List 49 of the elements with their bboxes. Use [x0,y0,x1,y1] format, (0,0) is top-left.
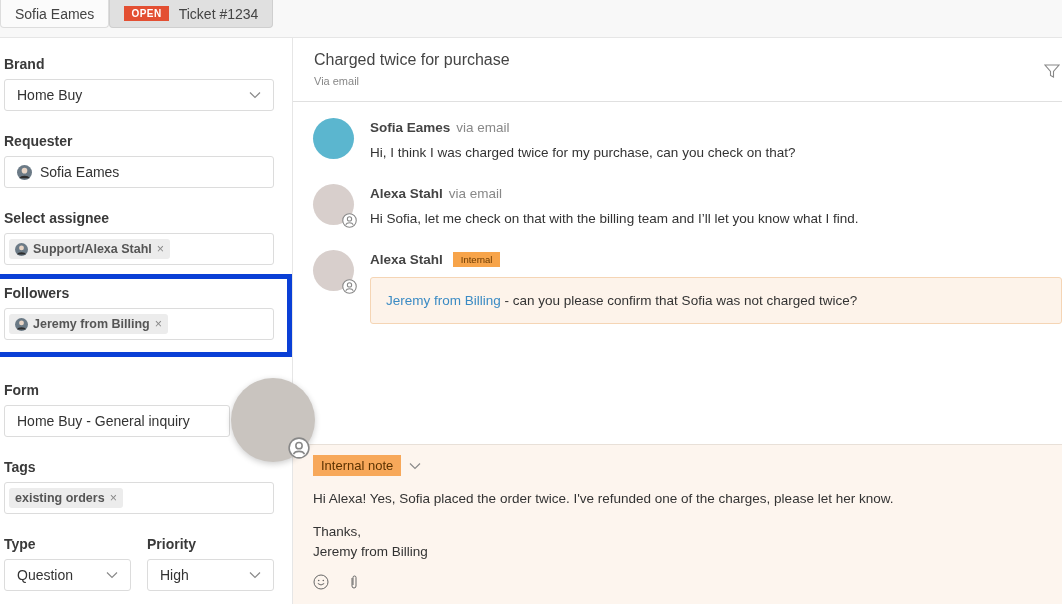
dropdown-field[interactable]: Home Buy [4,79,274,111]
channel-label: via email [448,185,503,201]
channel-label: Via email [314,75,361,87]
author-name: Sofia Eames [370,119,451,135]
person-avatar-icon [15,317,28,331]
tag-input-field[interactable]: Support/Alexa Stahl × [4,233,274,265]
chevron-down-icon [249,571,261,579]
author-name: Alexa Stahl [370,185,443,201]
agent-icon [342,279,357,294]
dropdown-field[interactable]: High [147,559,274,591]
composer-text[interactable]: Thanks, Jeremy from Billing [313,522,1042,562]
internal-badge: Internal [452,251,501,267]
field-label: Requester [4,133,74,149]
field-label: Type [4,536,37,552]
message-text: Jeremy from Billing - can you please confirm that Sofia was not charged twice? [386,293,859,308]
field-label: Tags [4,459,37,475]
tag-input-field[interactable]: existing orders × [4,482,274,514]
field-label: Brand [4,56,46,72]
text-field[interactable]: Home Buy - General inquiry [4,405,230,437]
attachment-icon[interactable] [349,574,359,590]
ticket-tab[interactable]: Sofia Eames [0,0,110,28]
ticket-tab[interactable]: OPEN Ticket #1234 [109,0,274,28]
field-label: Form [4,382,40,398]
author-name: Alexa Stahl [370,251,443,267]
channel-label: via email [456,119,510,135]
person-avatar-icon [17,164,32,180]
person-avatar-icon [15,242,28,256]
field-label: Followers [4,285,71,301]
field-label: Select assignee [4,210,111,226]
agent-icon [288,437,310,459]
agent-icon [342,213,357,228]
status-badge: OPEN [124,6,169,21]
chip[interactable]: Jeremy from Billing × [9,314,168,334]
note-mode-button[interactable]: Internal note [313,455,402,476]
chevron-down-icon [409,461,422,470]
chip[interactable]: Support/Alexa Stahl × [9,239,171,259]
ticket-title: Charged twice for purchase [314,51,510,69]
chevron-down-icon [106,571,118,579]
chip[interactable]: existing orders × [9,488,123,508]
field-label: Priority [147,536,197,552]
message-text: Hi Sofia, let me check on that with the billing team and I’ll let you know what I find. [370,211,860,226]
composer-text[interactable]: Hi Alexa! Yes, Sofia placed the order twice. I've refunded one of the charges, please let her know. [313,489,1042,509]
chevron-down-icon [249,91,261,99]
filter-icon[interactable] [1044,63,1060,79]
requester-field[interactable]: Sofia Eames [4,156,274,188]
message-text: Hi, I think I was charged twice for my purchase, can you check on that? [370,145,797,160]
dropdown-field[interactable]: Question [4,559,131,591]
emoji-icon[interactable] [313,574,329,590]
tag-input-field[interactable]: Jeremy from Billing × [4,308,274,340]
